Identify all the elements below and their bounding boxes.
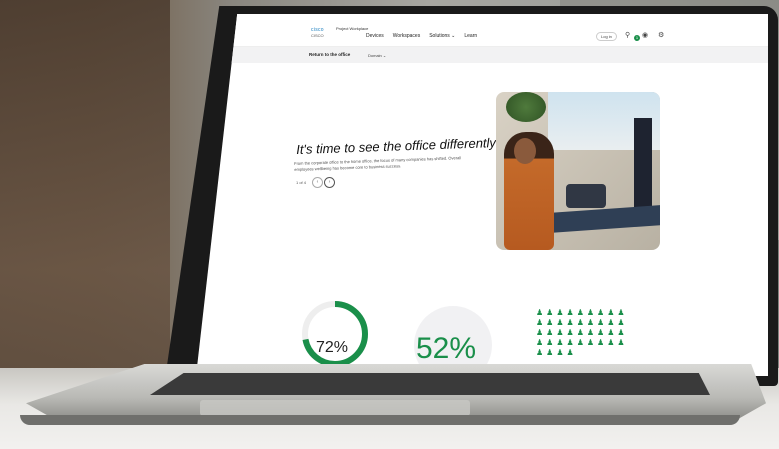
person-icon: ♟ [576, 338, 584, 347]
notification-badge: 1 [634, 35, 640, 41]
stat-donut-chart [302, 301, 368, 367]
person-icon: ♟ [546, 348, 554, 357]
person-icon: ♟ [536, 328, 544, 337]
person-icon: ♟ [576, 308, 584, 317]
person-icon: ♟ [576, 318, 584, 327]
photo-plant [506, 92, 546, 122]
person-icon: ♟ [597, 338, 605, 347]
person-icon: ♟ [566, 328, 574, 337]
person-icon: ♟ [586, 338, 595, 347]
person-icon: ♟ [617, 328, 625, 337]
person-icon: ♟ [597, 328, 605, 337]
person-icon: ♟ [607, 338, 615, 347]
nav-link-devices[interactable]: Devices [366, 33, 384, 39]
people-icon-grid: ♟ ♟ ♟ ♟ ♟ ♟ ♟ ♟ ♟ ♟ ♟ ♟ ♟ ♟ ♟ ♟ ♟ ♟ ♟ ♟ ♟ ♟ ♟ ♟ ♟ ♟ ♟ ♟ ♟ ♟ ♟ ♟ ♟ ♟ ♟ ♟ ♟ ♟ ♟ ♟ [536, 309, 628, 357]
stat-percentage-2: 52% [416, 332, 477, 365]
person-icon: ♟ [566, 338, 574, 347]
login-button[interactable]: Log in [596, 32, 617, 41]
person-icon: ♟ [546, 338, 554, 347]
person-icon: ♟ [556, 308, 564, 317]
laptop-screen: cisco CISCO Project Workplace Devices Wo… [196, 14, 768, 376]
person-icon: ♟ [566, 318, 574, 327]
top-navigation: cisco CISCO Project Workplace Devices Wo… [196, 14, 768, 47]
laptop-keyboard [150, 373, 710, 395]
person-icon: ♟ [566, 308, 574, 317]
person-icon: ♟ [597, 308, 605, 317]
person-icon: ♟ [536, 318, 544, 327]
next-slide-button[interactable]: › [324, 177, 335, 188]
stat-percentage-1: 72% [316, 339, 349, 356]
search-icon[interactable]: ⚲ [625, 31, 630, 39]
brand-name[interactable]: Project Workplace [336, 26, 368, 31]
person-icon: ♟ [556, 328, 564, 337]
nav-links: Devices Workspaces Solutions ⌄ Learn [366, 33, 477, 39]
person-icon: ♟ [586, 328, 595, 337]
photo-monitor [634, 118, 652, 216]
section-title: Return to the office [309, 52, 351, 57]
person-icon: ♟ [546, 328, 554, 337]
person-icon: ♟ [607, 328, 615, 337]
globe-icon[interactable]: ⚙ [658, 31, 664, 39]
person-icon: ♟ [586, 308, 595, 317]
person-icon: ♟ [617, 338, 625, 347]
person-icon: ♟ [546, 308, 554, 317]
person-icon: ♟ [597, 318, 605, 327]
photo-device [566, 184, 606, 208]
person-icon: ♟ [546, 318, 554, 327]
person-icon: ♟ [607, 318, 615, 327]
user-icon[interactable]: ◉ [642, 31, 648, 39]
person-icon: ♟ [556, 338, 564, 347]
person-icon: ♟ [536, 338, 544, 347]
domain-dropdown[interactable]: Domain ⌄ [368, 53, 386, 58]
laptop-front-edge [20, 415, 740, 425]
person-icon: ♟ [556, 318, 564, 327]
person-icon: ♟ [566, 348, 574, 357]
person-icon: ♟ [536, 308, 544, 317]
person-icon: ♟ [617, 318, 625, 327]
person-icon: ♟ [556, 348, 564, 357]
photo-face [514, 138, 536, 164]
person-icon: ♟ [586, 318, 595, 327]
slide-counter: 1 of 4 [296, 180, 307, 185]
person-icon: ♟ [576, 328, 584, 337]
hero-description: From the corporate office to the home of… [294, 155, 462, 172]
hero-title: It's time to see the office differently [296, 135, 497, 157]
hero-photo [496, 92, 660, 250]
person-icon: ♟ [536, 348, 544, 357]
prev-slide-button[interactable]: ‹ [312, 177, 323, 188]
nav-link-learn[interactable]: Learn [464, 33, 477, 39]
person-icon: ♟ [607, 308, 615, 317]
nav-link-solutions[interactable]: Solutions ⌄ [429, 33, 455, 39]
person-icon: ♟ [617, 308, 625, 317]
section-subnav: Return to the office Domain ⌄ [196, 47, 768, 63]
cisco-logo-sub: CISCO [311, 33, 324, 38]
nav-link-workspaces[interactable]: Workspaces [393, 33, 420, 39]
laptop-trackpad [200, 400, 470, 416]
